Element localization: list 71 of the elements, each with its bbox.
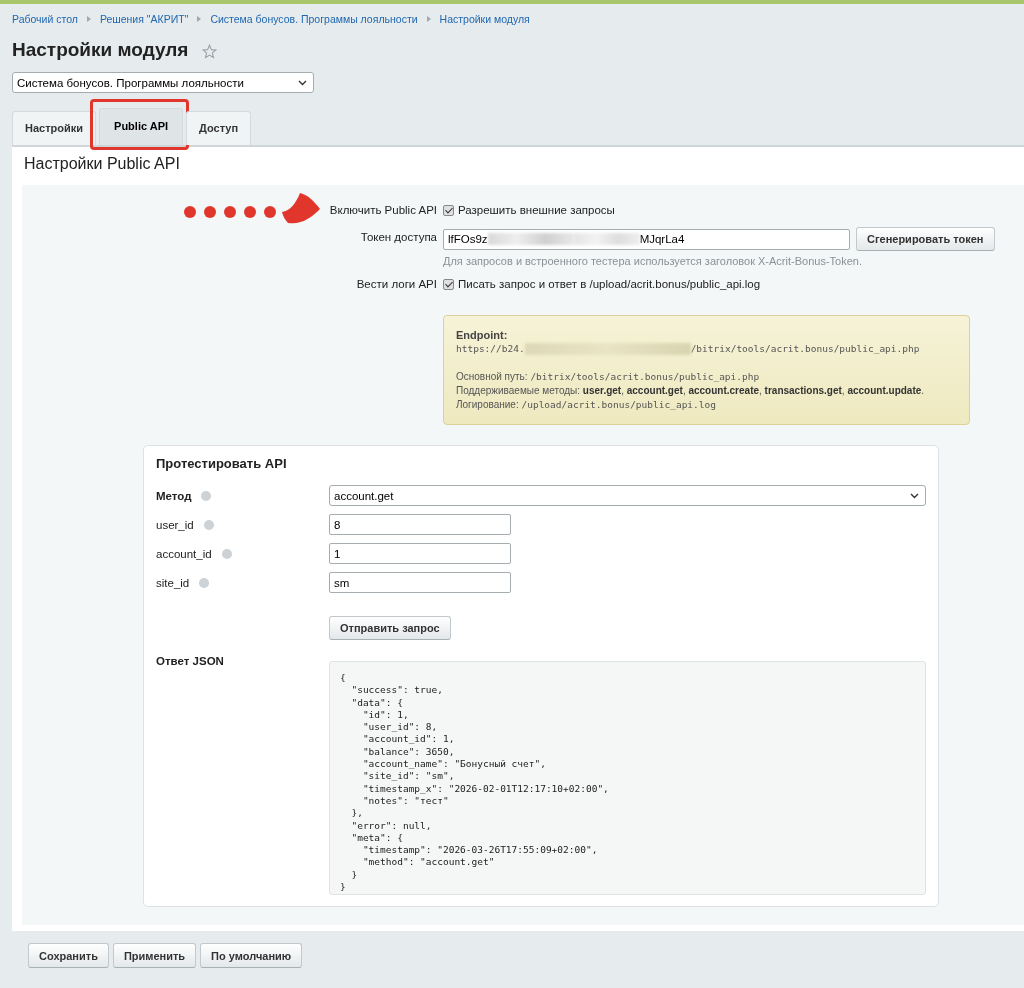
tab[interactable]: Настройки [12,111,97,145]
checkbox-label: Писать запрос и ответ в /upload/acrit.bonus/public_api.log [458,278,761,290]
code-line: "timestamp": "2026-03-26T17:55:09+02:00", [361,844,598,857]
code-line: "error": null, [350,819,432,832]
send-request-button[interactable]: Отправить запрос [329,616,451,640]
tab[interactable]: Доступ [186,111,252,145]
checkbox-label: Разрешить внешние запросы [458,204,615,216]
code-line: "site_id": "sm", [361,770,455,783]
endpoint-label: Endpoint: [456,328,509,342]
page-title: Настройки модуля [12,39,189,61]
breadcrumb-link[interactable]: Рабочий стол [12,13,78,25]
endpoint-url: /bitrix/tools/acrit.bonus/public_api.php [690,342,920,356]
code-line: { [340,672,346,685]
methods-text: Поддерживаемые методы: user.get, account.get, account.create, transactions.get, account.update. [456,384,926,398]
caret-icon [910,492,919,499]
code-line: "id": 1, [361,708,409,722]
code-line: "user_id": 8, [361,721,438,734]
info-label: Основной путь: [456,370,528,384]
input-field[interactable]: 8 [329,514,511,535]
code-line: "timestamp_x": "2026-02-01T12:17:10+02:00", [361,782,609,795]
input-field[interactable]: sm [329,572,511,593]
help-icon[interactable] [199,577,210,588]
field-label: Токен доступа [359,231,437,243]
code-line: "data": { [350,696,403,709]
code-line: "meta": { [350,831,403,845]
field-label: Ответ JSON [156,655,224,667]
info-label: Логирование: [456,398,519,412]
code-line: } [340,881,346,894]
path-value: /bitrix/tools/acrit.bonus/public_api.php [530,370,760,384]
method-select[interactable]: account.get [329,485,926,506]
input-field[interactable]: 1 [329,543,511,564]
caret-icon [298,79,307,86]
code-line: "method": "account.get" [361,856,495,869]
card-title: Протестировать API [156,456,288,471]
code-line: "notes": "тест" [361,794,449,808]
code-line: "account_name": "Бонусный счет", [361,758,546,771]
chevron-icon [86,16,91,22]
field-label: Включить Public API [328,204,437,216]
module-select[interactable]: Система бонусов. Программы лояльности [12,72,314,93]
tab[interactable]: Public API [99,108,184,145]
log-path: /upload/acrit.bonus/public_api.log [521,398,716,412]
field-label: account_id [156,547,212,560]
help-icon[interactable] [201,490,212,501]
code-line: "balance": 3650, [361,745,455,759]
breadcrumb-link[interactable]: Настройки модуля [439,13,530,25]
breadcrumb-link[interactable]: Решения "АКРИТ" [99,13,189,25]
code-line: } [350,868,358,882]
chevron-icon [426,16,431,22]
breadcrumb-link[interactable]: Система бонусов. Программы лояльности [210,13,418,25]
help-icon[interactable] [221,548,232,559]
chevron-icon [197,16,202,22]
checkbox[interactable] [443,204,454,216]
field-label: Вести логи API [355,278,437,290]
token-field[interactable]: lfFOs9z MJqrLa4 [443,228,850,250]
field-label: Метод [156,489,192,502]
redacted-blur [573,233,640,245]
field-label: user_id [156,518,194,531]
section-title: Настройки Public API [24,155,181,173]
hint-text: Для запросов и встроенного тестера используется заголовок X-Acrit-Bonus-Token. [443,255,862,267]
footer-button[interactable]: Сохранить [28,943,109,968]
code-line: }, [350,807,363,820]
field-label: site_id [156,576,190,589]
footer-button[interactable]: По умолчанию [200,943,303,968]
checkbox[interactable] [443,278,454,290]
code-line: "success": true, [350,684,443,697]
footer-button[interactable]: Применить [112,943,197,968]
endpoint-url: https://b24. [456,342,525,356]
help-icon[interactable] [203,519,214,530]
star-icon[interactable] [202,43,218,59]
code-line: "account_id": 1, [361,733,455,746]
generate-token-button[interactable]: Сгенерировать токен [856,227,995,251]
